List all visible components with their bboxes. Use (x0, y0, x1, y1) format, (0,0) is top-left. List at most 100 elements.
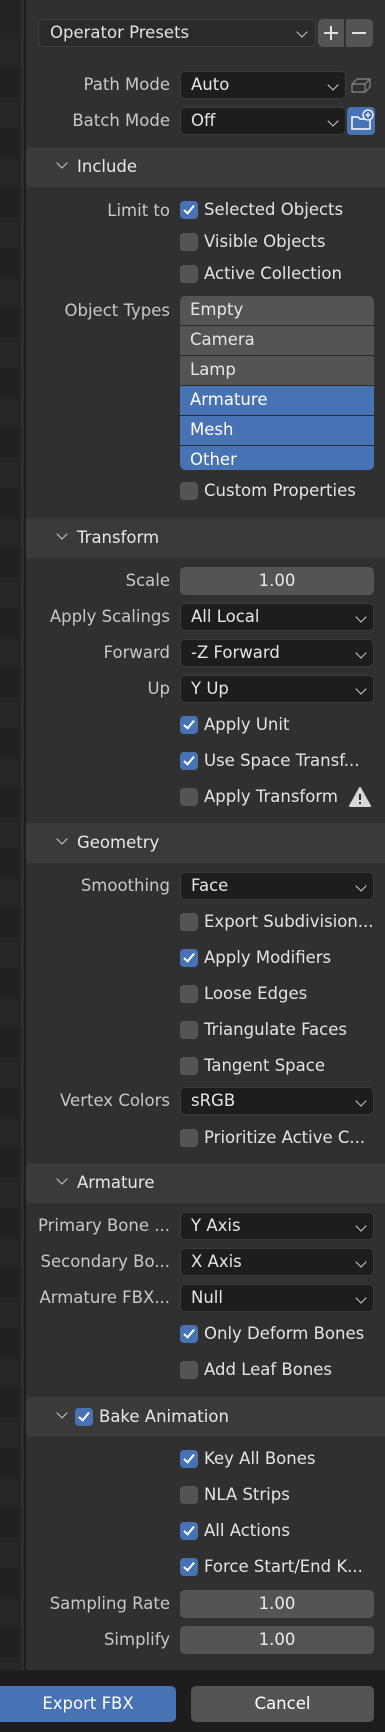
checkbox-unchecked (180, 264, 198, 283)
checkbox-checked (180, 751, 198, 770)
loose-edges-checkbox[interactable]: Loose Edges (180, 983, 307, 1007)
bake-animation-title: Bake Animation (99, 1407, 229, 1426)
apply-scalings-dropdown[interactable]: All Local (180, 603, 374, 631)
only-deform-bones-checkbox[interactable]: Only Deform Bones (180, 1323, 364, 1347)
visible-objects-checkbox[interactable]: Visible Objects (180, 231, 325, 255)
path-mode-dropdown[interactable]: Auto (180, 71, 346, 99)
editor-background (0, 0, 24, 1670)
object-type-item[interactable]: Lamp (180, 356, 374, 386)
checkbox-unchecked (180, 1485, 198, 1504)
sampling-rate-label: Sampling Rate (49, 1594, 170, 1613)
up-label: Up (147, 679, 170, 698)
selected-objects-checkbox[interactable]: Selected Objects (180, 199, 343, 223)
object-type-item[interactable]: Mesh (180, 416, 374, 446)
geometry-section-header[interactable]: Geometry (26, 823, 385, 863)
tangent-space-checkbox[interactable]: Tangent Space (180, 1055, 325, 1079)
apply-scalings-label: Apply Scalings (49, 607, 170, 626)
key-all-bones-label: Key All Bones (204, 1449, 316, 1468)
checkbox-checked (180, 715, 198, 734)
chevron-down-icon (355, 647, 367, 659)
transform-section-header[interactable]: Transform (26, 518, 385, 558)
checkbox-checked (180, 1521, 198, 1540)
bake-animation-checkbox[interactable] (75, 1408, 93, 1426)
scale-label: Scale (125, 571, 170, 590)
key-all-bones-checkbox[interactable]: Key All Bones (180, 1448, 315, 1472)
only-deform-bones-label: Only Deform Bones (204, 1324, 365, 1343)
chevron-down-icon (296, 26, 308, 38)
add-preset-button[interactable] (318, 19, 344, 47)
checkbox-unchecked (180, 912, 198, 931)
up-value: Y Up (191, 679, 229, 698)
object-type-item[interactable]: Other (180, 446, 374, 470)
apply-modifiers-checkbox[interactable]: Apply Modifiers (180, 947, 331, 971)
chevron-down-icon (355, 611, 367, 623)
region-divider[interactable] (21, 0, 24, 1670)
sampling-rate-field[interactable]: 1.00 (180, 1590, 374, 1618)
simplify-label: Simplify (103, 1630, 170, 1649)
loose-edges-label: Loose Edges (204, 984, 308, 1003)
use-space-transform-checkbox[interactable]: Use Space Transf... (180, 750, 360, 774)
chevron-down-icon (327, 115, 339, 127)
simplify-field[interactable]: 1.00 (180, 1626, 374, 1654)
nla-strips-checkbox[interactable]: NLA Strips (180, 1484, 290, 1508)
geometry-title: Geometry (77, 833, 160, 852)
checkbox-unchecked (180, 984, 198, 1003)
secondary-bone-dropdown[interactable]: X Axis (180, 1248, 374, 1276)
checkbox-checked (180, 200, 198, 219)
presets-label: Operator Presets (50, 23, 190, 42)
export-subdivision-checkbox[interactable]: Export Subdivision... (180, 911, 374, 935)
minus-icon (352, 32, 366, 34)
armature-fbx-dropdown[interactable]: Null (180, 1284, 374, 1312)
secondary-bone-label: Secondary Bo... (40, 1252, 171, 1271)
checkbox-unchecked (180, 1360, 198, 1379)
batch-mode-dropdown[interactable]: Off (180, 107, 346, 135)
warning-icon (349, 786, 371, 808)
checkbox-unchecked (180, 1128, 198, 1147)
presets-dropdown[interactable]: Operator Presets (38, 19, 316, 47)
folder-add-icon (351, 109, 374, 130)
primary-bone-dropdown[interactable]: Y Axis (180, 1212, 374, 1240)
armature-fbx-value: Null (191, 1288, 223, 1307)
all-actions-checkbox[interactable]: All Actions (180, 1520, 290, 1544)
forward-dropdown[interactable]: -Z Forward (180, 639, 374, 667)
include-section-header[interactable]: Include (26, 147, 385, 187)
armature-section-header[interactable]: Armature (26, 1163, 385, 1203)
remove-preset-button[interactable] (346, 19, 373, 47)
object-type-item[interactable]: Camera (180, 326, 374, 356)
scale-field[interactable]: 1.00 (180, 567, 374, 595)
apply-transform-checkbox[interactable]: Apply Transform (180, 786, 338, 810)
vertex-colors-value: sRGB (191, 1091, 236, 1110)
prioritize-active-checkbox[interactable]: Prioritize Active C... (180, 1127, 365, 1151)
vertex-colors-dropdown[interactable]: sRGB (180, 1087, 374, 1115)
up-dropdown[interactable]: Y Up (180, 675, 374, 703)
checkbox-checked (180, 948, 198, 967)
active-collection-checkbox[interactable]: Active Collection (180, 263, 342, 287)
primary-bone-label: Primary Bone ... (37, 1216, 170, 1235)
chevron-down-icon (355, 1220, 367, 1232)
add-leaf-bones-checkbox[interactable]: Add Leaf Bones (180, 1359, 332, 1383)
force-start-end-checkbox[interactable]: Force Start/End K... (180, 1556, 363, 1580)
smoothing-dropdown[interactable]: Face (180, 872, 374, 900)
secondary-bone-value: X Axis (191, 1252, 242, 1271)
object-type-item[interactable]: Empty (180, 296, 374, 326)
active-collection-label: Active Collection (204, 264, 342, 283)
checkbox-checked (180, 1449, 198, 1468)
triangulate-faces-checkbox[interactable]: Triangulate Faces (180, 1019, 347, 1043)
object-types-label: Object Types (64, 301, 170, 320)
path-mode-value: Auto (191, 75, 230, 94)
smoothing-value: Face (191, 876, 229, 895)
armature-title: Armature (77, 1173, 155, 1192)
apply-unit-checkbox[interactable]: Apply Unit (180, 714, 289, 738)
custom-properties-checkbox[interactable]: Custom Properties (180, 480, 356, 504)
armature-fbx-label: Armature FBX... (39, 1288, 170, 1307)
new-folder-toggle[interactable] (347, 107, 375, 135)
batch-mode-value: Off (191, 111, 216, 130)
bake-animation-section-header[interactable]: Bake Animation (26, 1397, 385, 1437)
cancel-button[interactable]: Cancel (191, 1686, 374, 1722)
export-fbx-button[interactable]: Export FBX (0, 1686, 176, 1722)
chevron-down-icon (56, 1407, 68, 1419)
limit-to-label: Limit to (107, 201, 170, 220)
primary-bone-value: Y Axis (191, 1216, 241, 1235)
checkbox-checked (180, 1324, 198, 1343)
object-type-item[interactable]: Armature (180, 386, 374, 416)
